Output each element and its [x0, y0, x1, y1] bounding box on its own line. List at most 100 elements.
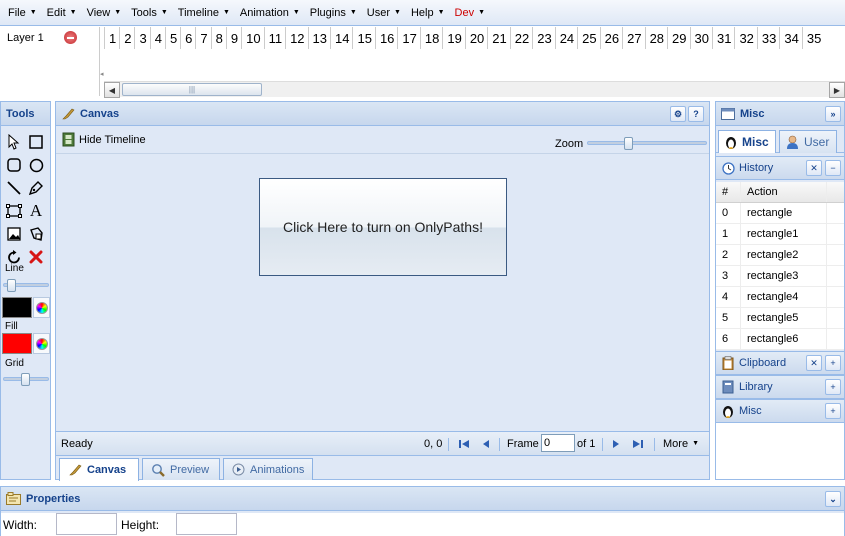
more-button[interactable]: More ▼: [663, 438, 699, 450]
timeline-frame[interactable]: 27: [622, 27, 644, 49]
scroll-left-icon[interactable]: ◀: [104, 82, 120, 98]
menu-help[interactable]: Help ▼: [406, 7, 450, 19]
onlypaths-button[interactable]: Click Here to turn on OnlyPaths!: [259, 178, 507, 276]
menu-view[interactable]: View ▼: [82, 7, 127, 19]
timeline-frame[interactable]: 29: [667, 27, 689, 49]
table-row[interactable]: 2 rectangle2: [716, 245, 844, 266]
timeline-frame[interactable]: 22: [509, 27, 532, 49]
delete-layer-icon[interactable]: [64, 31, 77, 44]
tab-misc[interactable]: Misc: [718, 130, 776, 153]
pen-tool-icon[interactable]: [26, 178, 46, 198]
col-num-header[interactable]: #: [716, 182, 741, 202]
misc-section-header[interactable]: Misc +: [716, 399, 844, 423]
timeline-frame[interactable]: 14: [330, 27, 352, 49]
slider-knob[interactable]: [21, 373, 30, 386]
timeline-frame[interactable]: 30: [689, 27, 712, 49]
scrollbar-thumb[interactable]: |||: [122, 83, 262, 96]
timeline-frame[interactable]: 23: [532, 27, 554, 49]
tab-animations[interactable]: Animations: [223, 458, 313, 480]
width-input[interactable]: [56, 513, 117, 535]
timeline-grid[interactable]: [104, 49, 845, 81]
hide-timeline-button[interactable]: Hide Timeline: [62, 132, 146, 147]
menu-dev[interactable]: Dev ▼: [450, 7, 491, 19]
color-wheel-icon[interactable]: [33, 297, 50, 318]
gear-icon[interactable]: ⚙: [670, 106, 686, 122]
shape-tool-icon[interactable]: [26, 224, 46, 244]
timeline-frame[interactable]: 15: [352, 27, 374, 49]
timeline-frame[interactable]: 4: [149, 27, 165, 49]
rounded-rect-tool-icon[interactable]: [4, 155, 24, 175]
timeline-frame[interactable]: 13: [307, 27, 330, 49]
timeline-frame[interactable]: 21: [487, 27, 509, 49]
color-wheel-icon[interactable]: [33, 333, 50, 354]
slider-knob[interactable]: [624, 137, 633, 150]
timeline-scrollbar[interactable]: ◀ ||| ▶: [104, 81, 845, 98]
timeline-frame[interactable]: 6: [180, 27, 195, 49]
drawing-stage[interactable]: Click Here to turn on OnlyPaths!: [56, 155, 709, 431]
menu-file[interactable]: File ▼: [3, 7, 42, 19]
timeline-frame[interactable]: 3: [134, 27, 149, 49]
timeline-frame[interactable]: 7: [195, 27, 210, 49]
help-icon[interactable]: ?: [688, 106, 704, 122]
line-width-slider[interactable]: [3, 279, 49, 292]
timeline-frame[interactable]: 31: [711, 27, 734, 49]
col-action-header[interactable]: Action: [741, 182, 827, 202]
collapse-right-icon[interactable]: »: [825, 106, 841, 122]
timeline-frame[interactable]: 28: [644, 27, 667, 49]
table-row[interactable]: 0 rectangle: [716, 203, 844, 224]
zoom-slider[interactable]: [587, 137, 707, 150]
table-row[interactable]: 3 rectangle3: [716, 266, 844, 287]
timeline-frame[interactable]: 34: [779, 27, 801, 49]
menu-user[interactable]: User ▼: [362, 7, 406, 19]
fill-color-swatch[interactable]: [2, 333, 32, 354]
collapse-icon[interactable]: −: [825, 160, 841, 176]
timeline-frame[interactable]: 10: [241, 27, 263, 49]
polygon-tool-icon[interactable]: [4, 201, 24, 221]
timeline-frame[interactable]: 11: [263, 27, 286, 49]
timeline-frame[interactable]: 5: [164, 27, 180, 49]
delete-icon[interactable]: [26, 247, 46, 267]
expand-icon[interactable]: +: [825, 355, 841, 371]
clipboard-section-header[interactable]: Clipboard ✕ +: [716, 351, 844, 375]
close-icon[interactable]: ✕: [806, 160, 822, 176]
first-frame-icon[interactable]: [458, 438, 470, 450]
text-tool-icon[interactable]: A: [26, 201, 46, 221]
slider-knob[interactable]: [7, 279, 16, 292]
scroll-right-icon[interactable]: ▶: [829, 82, 845, 98]
expand-icon[interactable]: +: [825, 403, 841, 419]
timeline-frame[interactable]: 19: [442, 27, 464, 49]
timeline-frame[interactable]: 17: [397, 27, 419, 49]
menu-edit[interactable]: Edit ▼: [42, 7, 82, 19]
height-input[interactable]: [176, 513, 237, 535]
image-tool-icon[interactable]: [4, 224, 24, 244]
menu-animation[interactable]: Animation ▼: [235, 7, 305, 19]
timeline-frame[interactable]: 18: [419, 27, 442, 49]
line-color-swatch[interactable]: [2, 297, 32, 318]
select-arrow-icon[interactable]: [4, 132, 24, 152]
close-icon[interactable]: ✕: [806, 355, 822, 371]
timeline-frame[interactable]: 25: [577, 27, 599, 49]
timeline-frame[interactable]: 16: [374, 27, 397, 49]
timeline-frame[interactable]: 26: [599, 27, 622, 49]
timeline-frame[interactable]: 32: [734, 27, 756, 49]
prev-frame-icon[interactable]: [481, 438, 491, 450]
timeline-frame[interactable]: 1: [104, 27, 119, 49]
frame-input[interactable]: [541, 434, 575, 452]
timeline-frame[interactable]: 8: [210, 27, 226, 49]
timeline-frame[interactable]: 24: [554, 27, 577, 49]
tab-canvas[interactable]: Canvas: [59, 458, 139, 481]
table-row[interactable]: 5 rectangle5: [716, 308, 844, 329]
table-row[interactable]: 1 rectangle1: [716, 224, 844, 245]
ellipse-tool-icon[interactable]: [26, 155, 46, 175]
table-row[interactable]: 6 rectangle6: [716, 329, 844, 350]
next-frame-icon[interactable]: [611, 438, 621, 450]
timeline-frame[interactable]: 12: [285, 27, 307, 49]
menu-plugins[interactable]: Plugins ▼: [305, 7, 362, 19]
last-frame-icon[interactable]: [632, 438, 644, 450]
table-row[interactable]: 4 rectangle4: [716, 287, 844, 308]
layer-row[interactable]: Layer 1: [0, 27, 100, 49]
collapse-down-icon[interactable]: ⌄: [825, 491, 841, 507]
tab-preview[interactable]: Preview: [142, 458, 220, 480]
grid-size-slider[interactable]: [3, 373, 49, 386]
timeline-frame[interactable]: 2: [119, 27, 134, 49]
